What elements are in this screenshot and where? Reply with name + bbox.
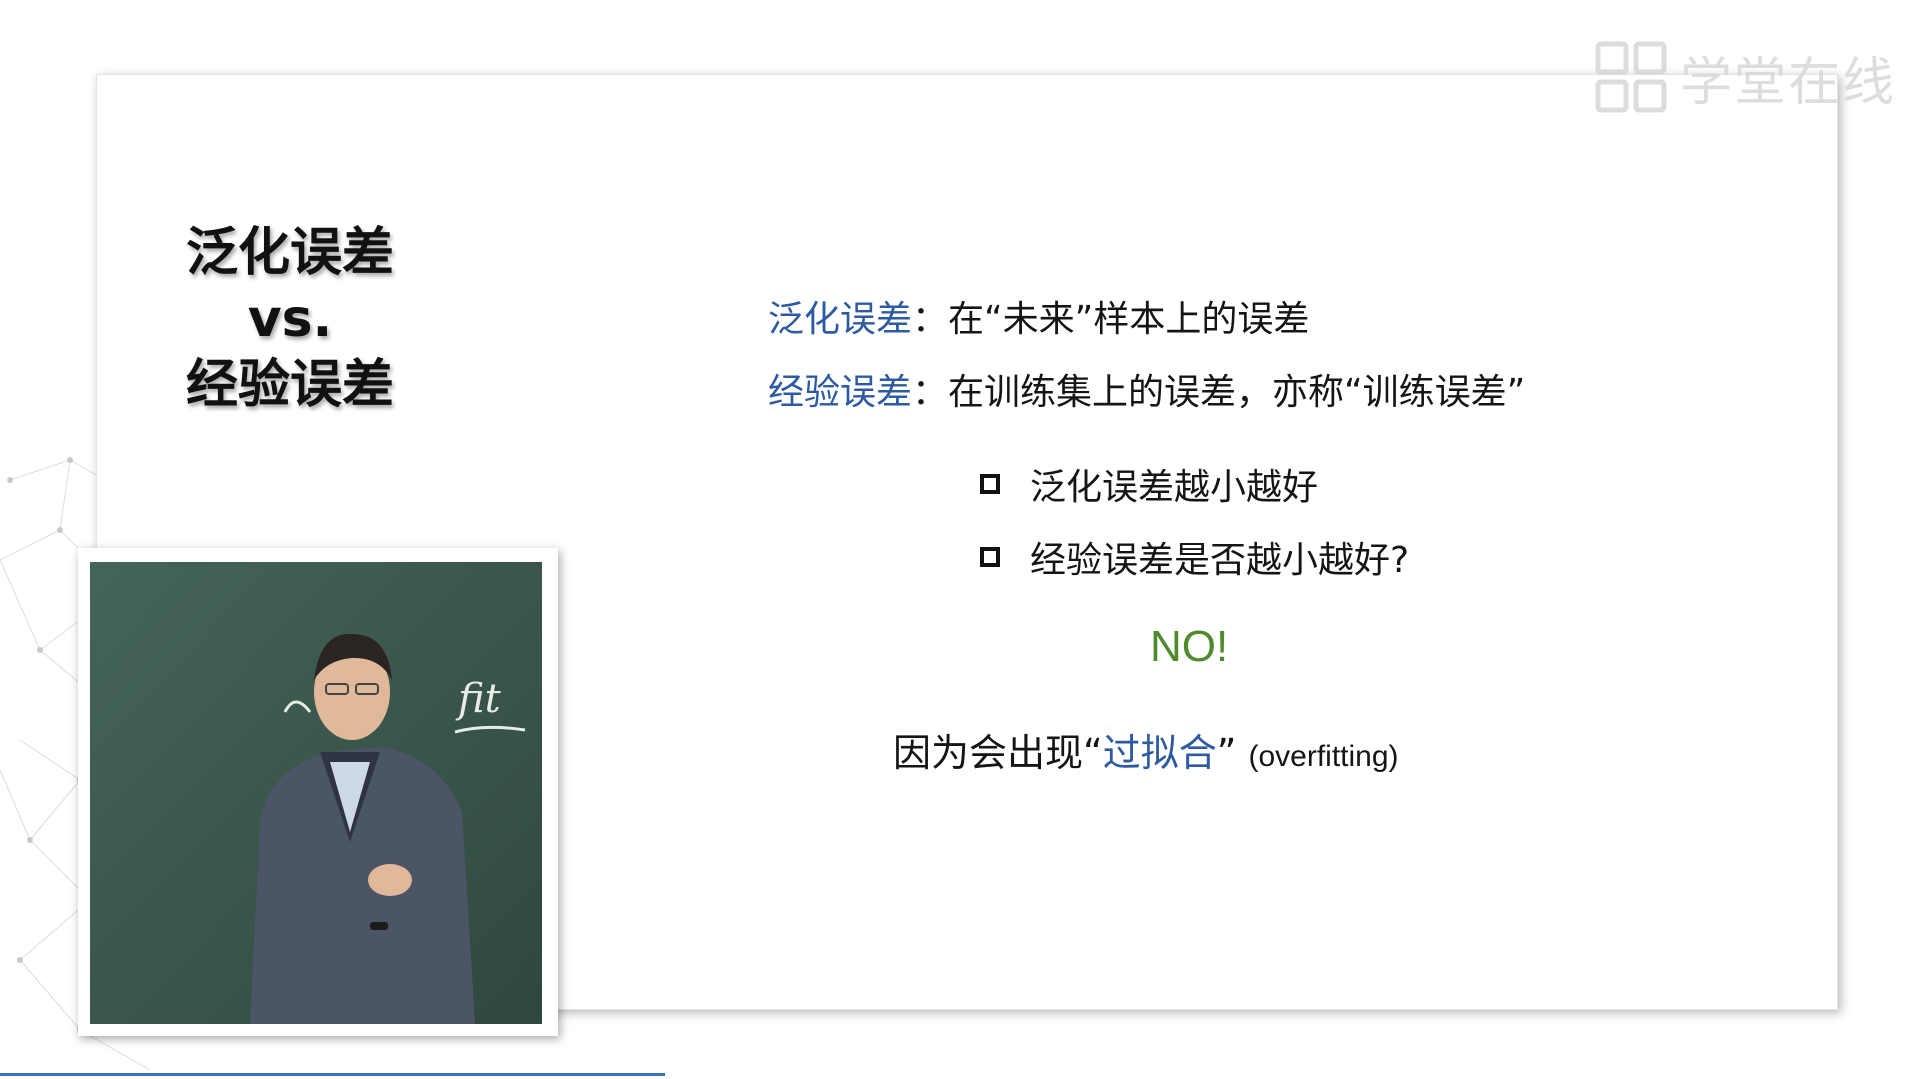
question-item: 经验误差是否越小越好? bbox=[980, 531, 1409, 583]
checkbox-icon bbox=[980, 547, 1000, 567]
definition-term: 泛化误差 bbox=[768, 299, 913, 340]
reason-line: 因为会出现“过拟合” (overfitting) bbox=[893, 722, 1399, 777]
lecture-video-screen: 泛化误差 vs. 经验误差 泛化误差：在“未来”样本上的误差 经验误差：在训练集… bbox=[0, 0, 1920, 1079]
chalk-text: fit bbox=[455, 676, 502, 722]
title-line-3: 经验误差 bbox=[185, 355, 394, 415]
definition-generalization-error: 泛化误差：在“未来”样本上的误差 bbox=[768, 290, 1309, 342]
title-line-2: vs. bbox=[247, 289, 333, 349]
lecturer-video-frame: fit bbox=[78, 548, 558, 1036]
question-item: 泛化误差越小越好 bbox=[980, 458, 1318, 510]
definition-term: 经验误差 bbox=[768, 372, 913, 413]
definition-text: ：在训练集上的误差，亦称“训练误差” bbox=[912, 372, 1526, 413]
lecturer-video: fit bbox=[90, 562, 542, 1024]
question-text: 泛化误差越小越好 bbox=[1030, 467, 1319, 508]
answer-text: NO! bbox=[1150, 622, 1229, 671]
reason-suffix: ” bbox=[1216, 731, 1237, 775]
xuetangx-logo-icon bbox=[1595, 41, 1667, 113]
lecturer-illustration: fit bbox=[90, 562, 542, 1024]
reason-prefix: 因为会出现“ bbox=[893, 731, 1103, 775]
reason-english: (overfitting) bbox=[1248, 740, 1399, 773]
video-progress-bar[interactable] bbox=[0, 1073, 665, 1076]
question-text: 经验误差是否越小越好? bbox=[1030, 540, 1410, 581]
reason-term: 过拟合 bbox=[1102, 731, 1217, 775]
title-line-1: 泛化误差 bbox=[185, 223, 394, 283]
watermark-text: 学堂在线 bbox=[1680, 52, 1897, 113]
xuetangx-watermark: 学堂在线 bbox=[1592, 38, 1896, 116]
definition-empirical-error: 经验误差：在训练集上的误差，亦称“训练误差” bbox=[768, 363, 1525, 415]
definition-text: ：在“未来”样本上的误差 bbox=[912, 299, 1310, 340]
checkbox-icon bbox=[980, 474, 1000, 494]
slide-title: 泛化误差 vs. 经验误差 bbox=[150, 220, 430, 418]
